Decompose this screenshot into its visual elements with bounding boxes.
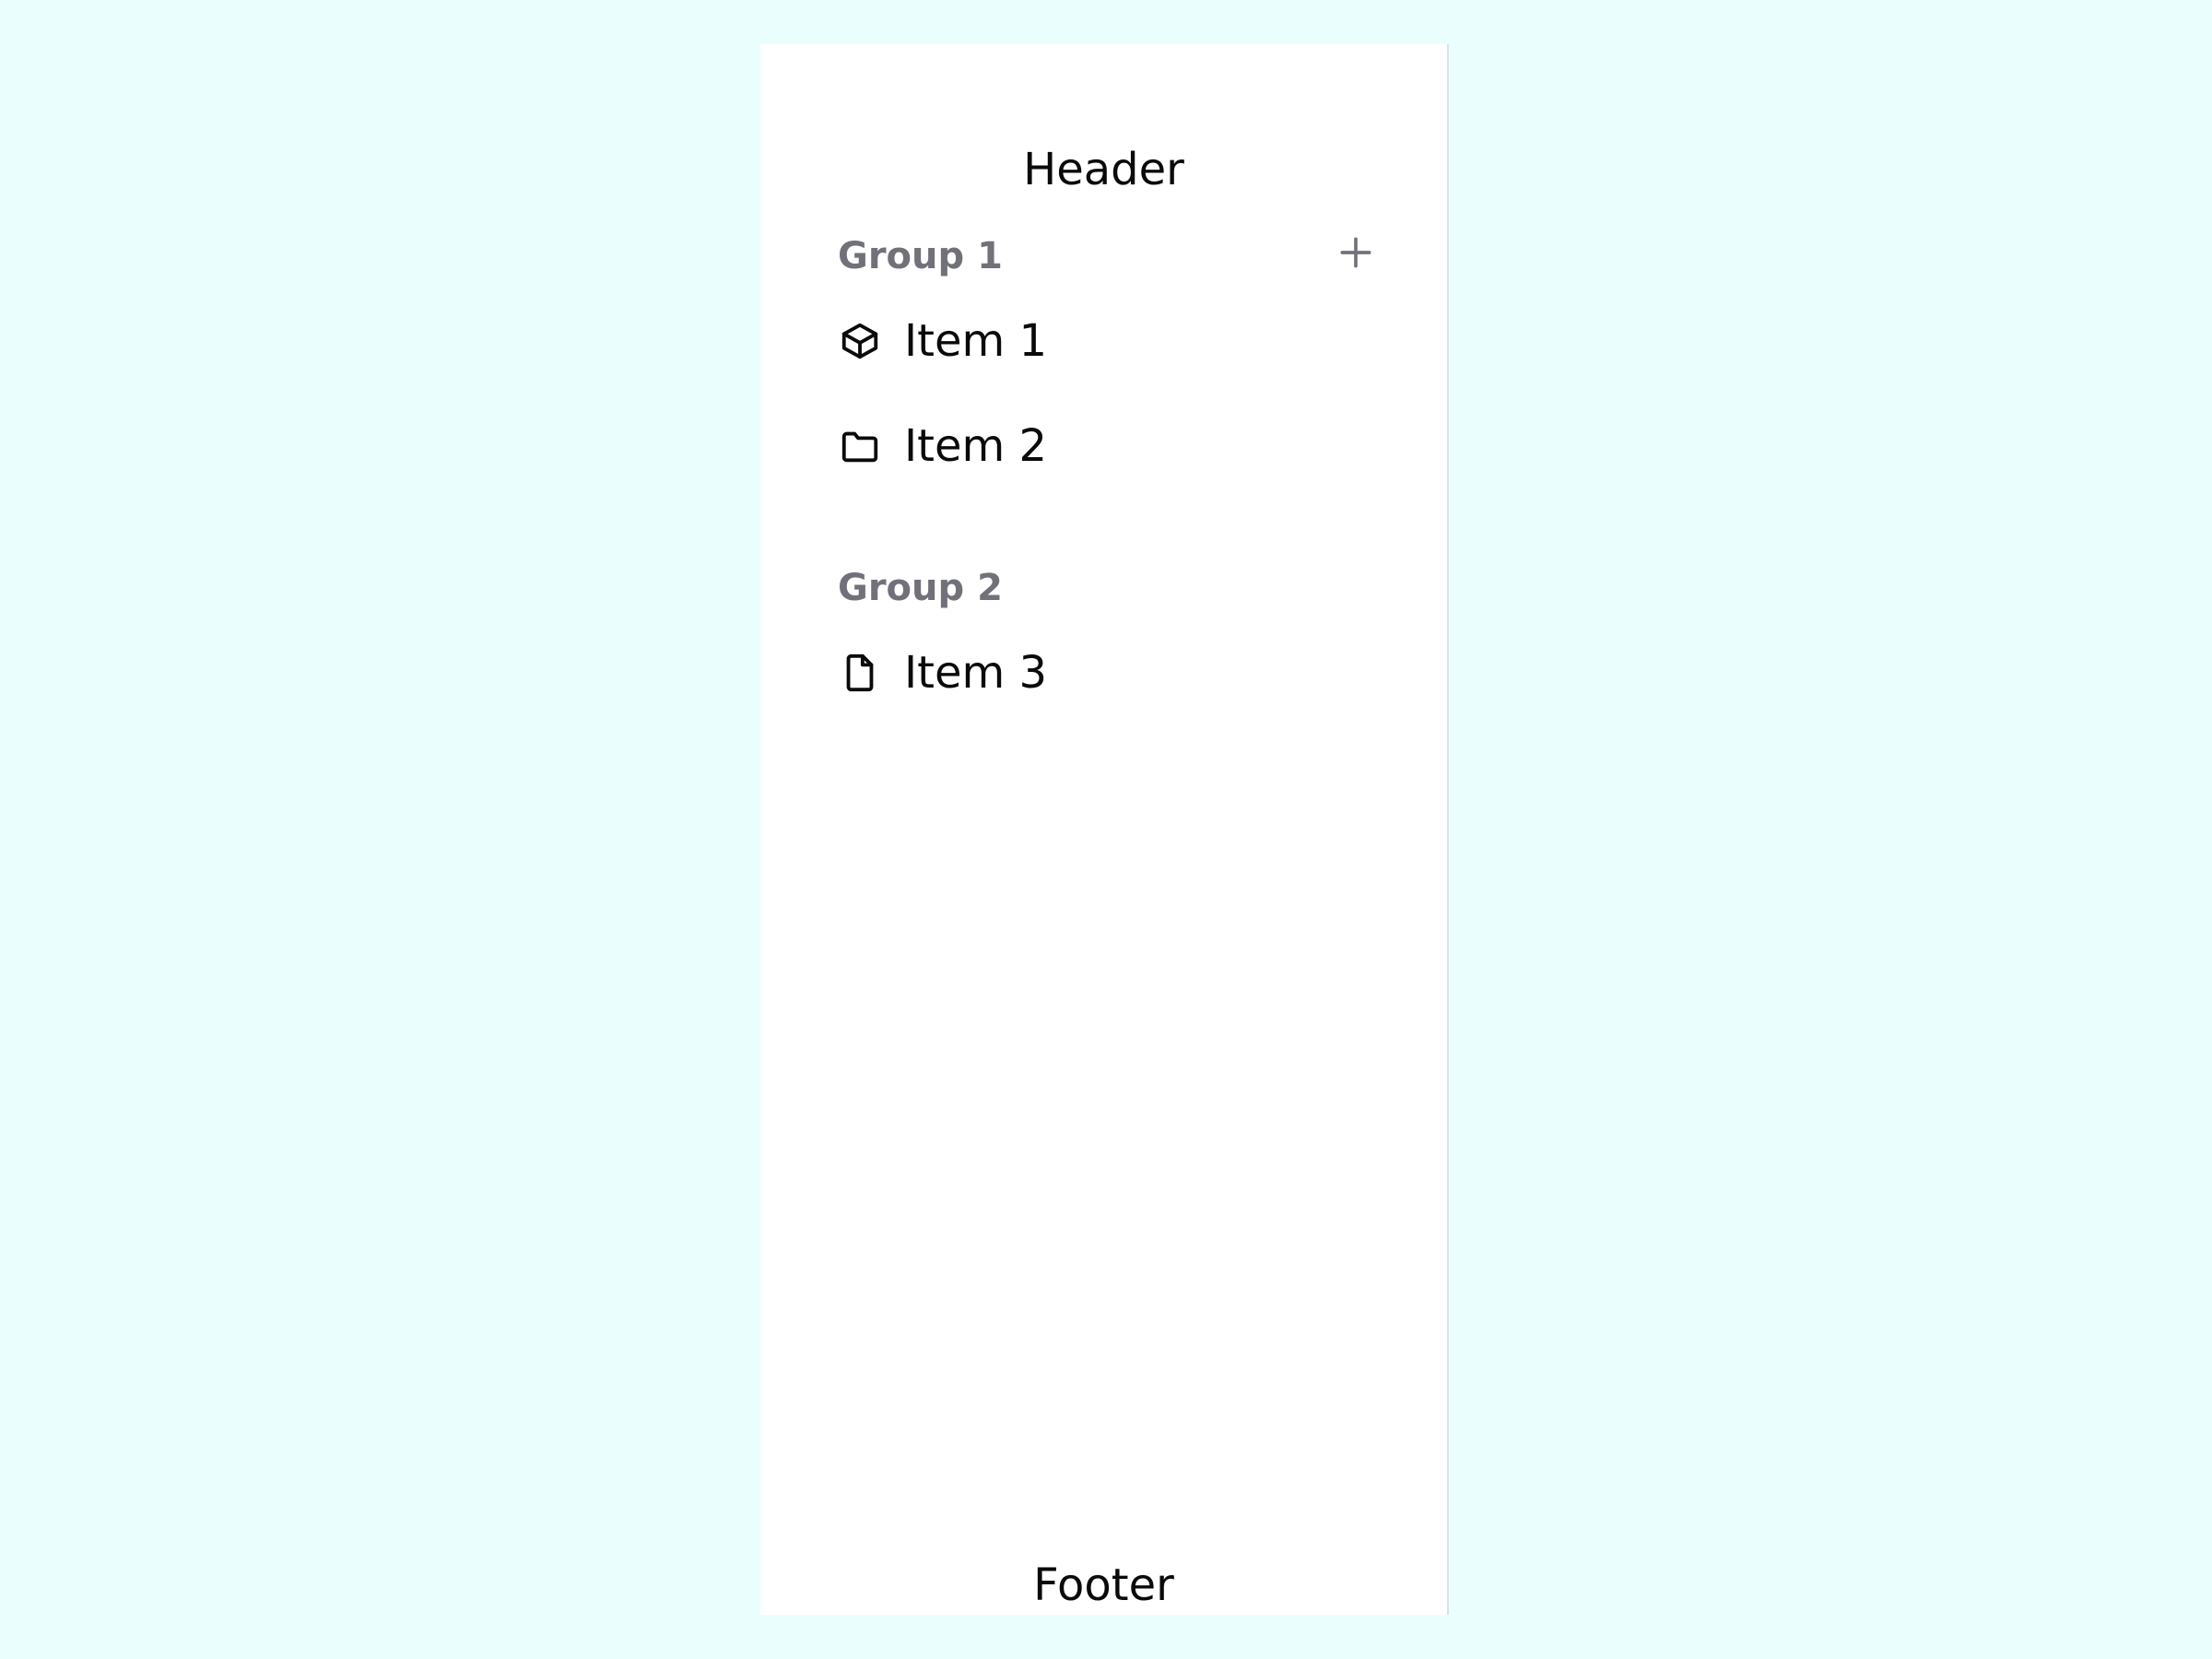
folder-icon	[838, 424, 882, 468]
sidebar-item-3[interactable]: Item 3	[838, 640, 1372, 706]
add-item-button[interactable]	[1330, 229, 1382, 280]
box-icon	[838, 319, 882, 363]
sidebar-footer: Footer	[1033, 1559, 1174, 1611]
sidebar-item-label: Item 1	[904, 315, 1048, 367]
sidebar: Header Group 1 Item 1 Item 2 Group 2 Ite…	[760, 44, 1449, 1615]
sidebar-item-label: Item 3	[904, 647, 1048, 699]
sidebar-item-2[interactable]: Item 2	[838, 413, 1372, 479]
plus-icon	[1335, 232, 1376, 276]
group-label-2: Group 2	[838, 567, 1003, 609]
group-label-1: Group 1	[838, 235, 1003, 277]
sidebar-item-1[interactable]: Item 1	[838, 308, 1372, 374]
file-icon	[838, 651, 882, 695]
sidebar-item-label: Item 2	[904, 420, 1048, 472]
sidebar-header: Header	[1023, 144, 1184, 195]
